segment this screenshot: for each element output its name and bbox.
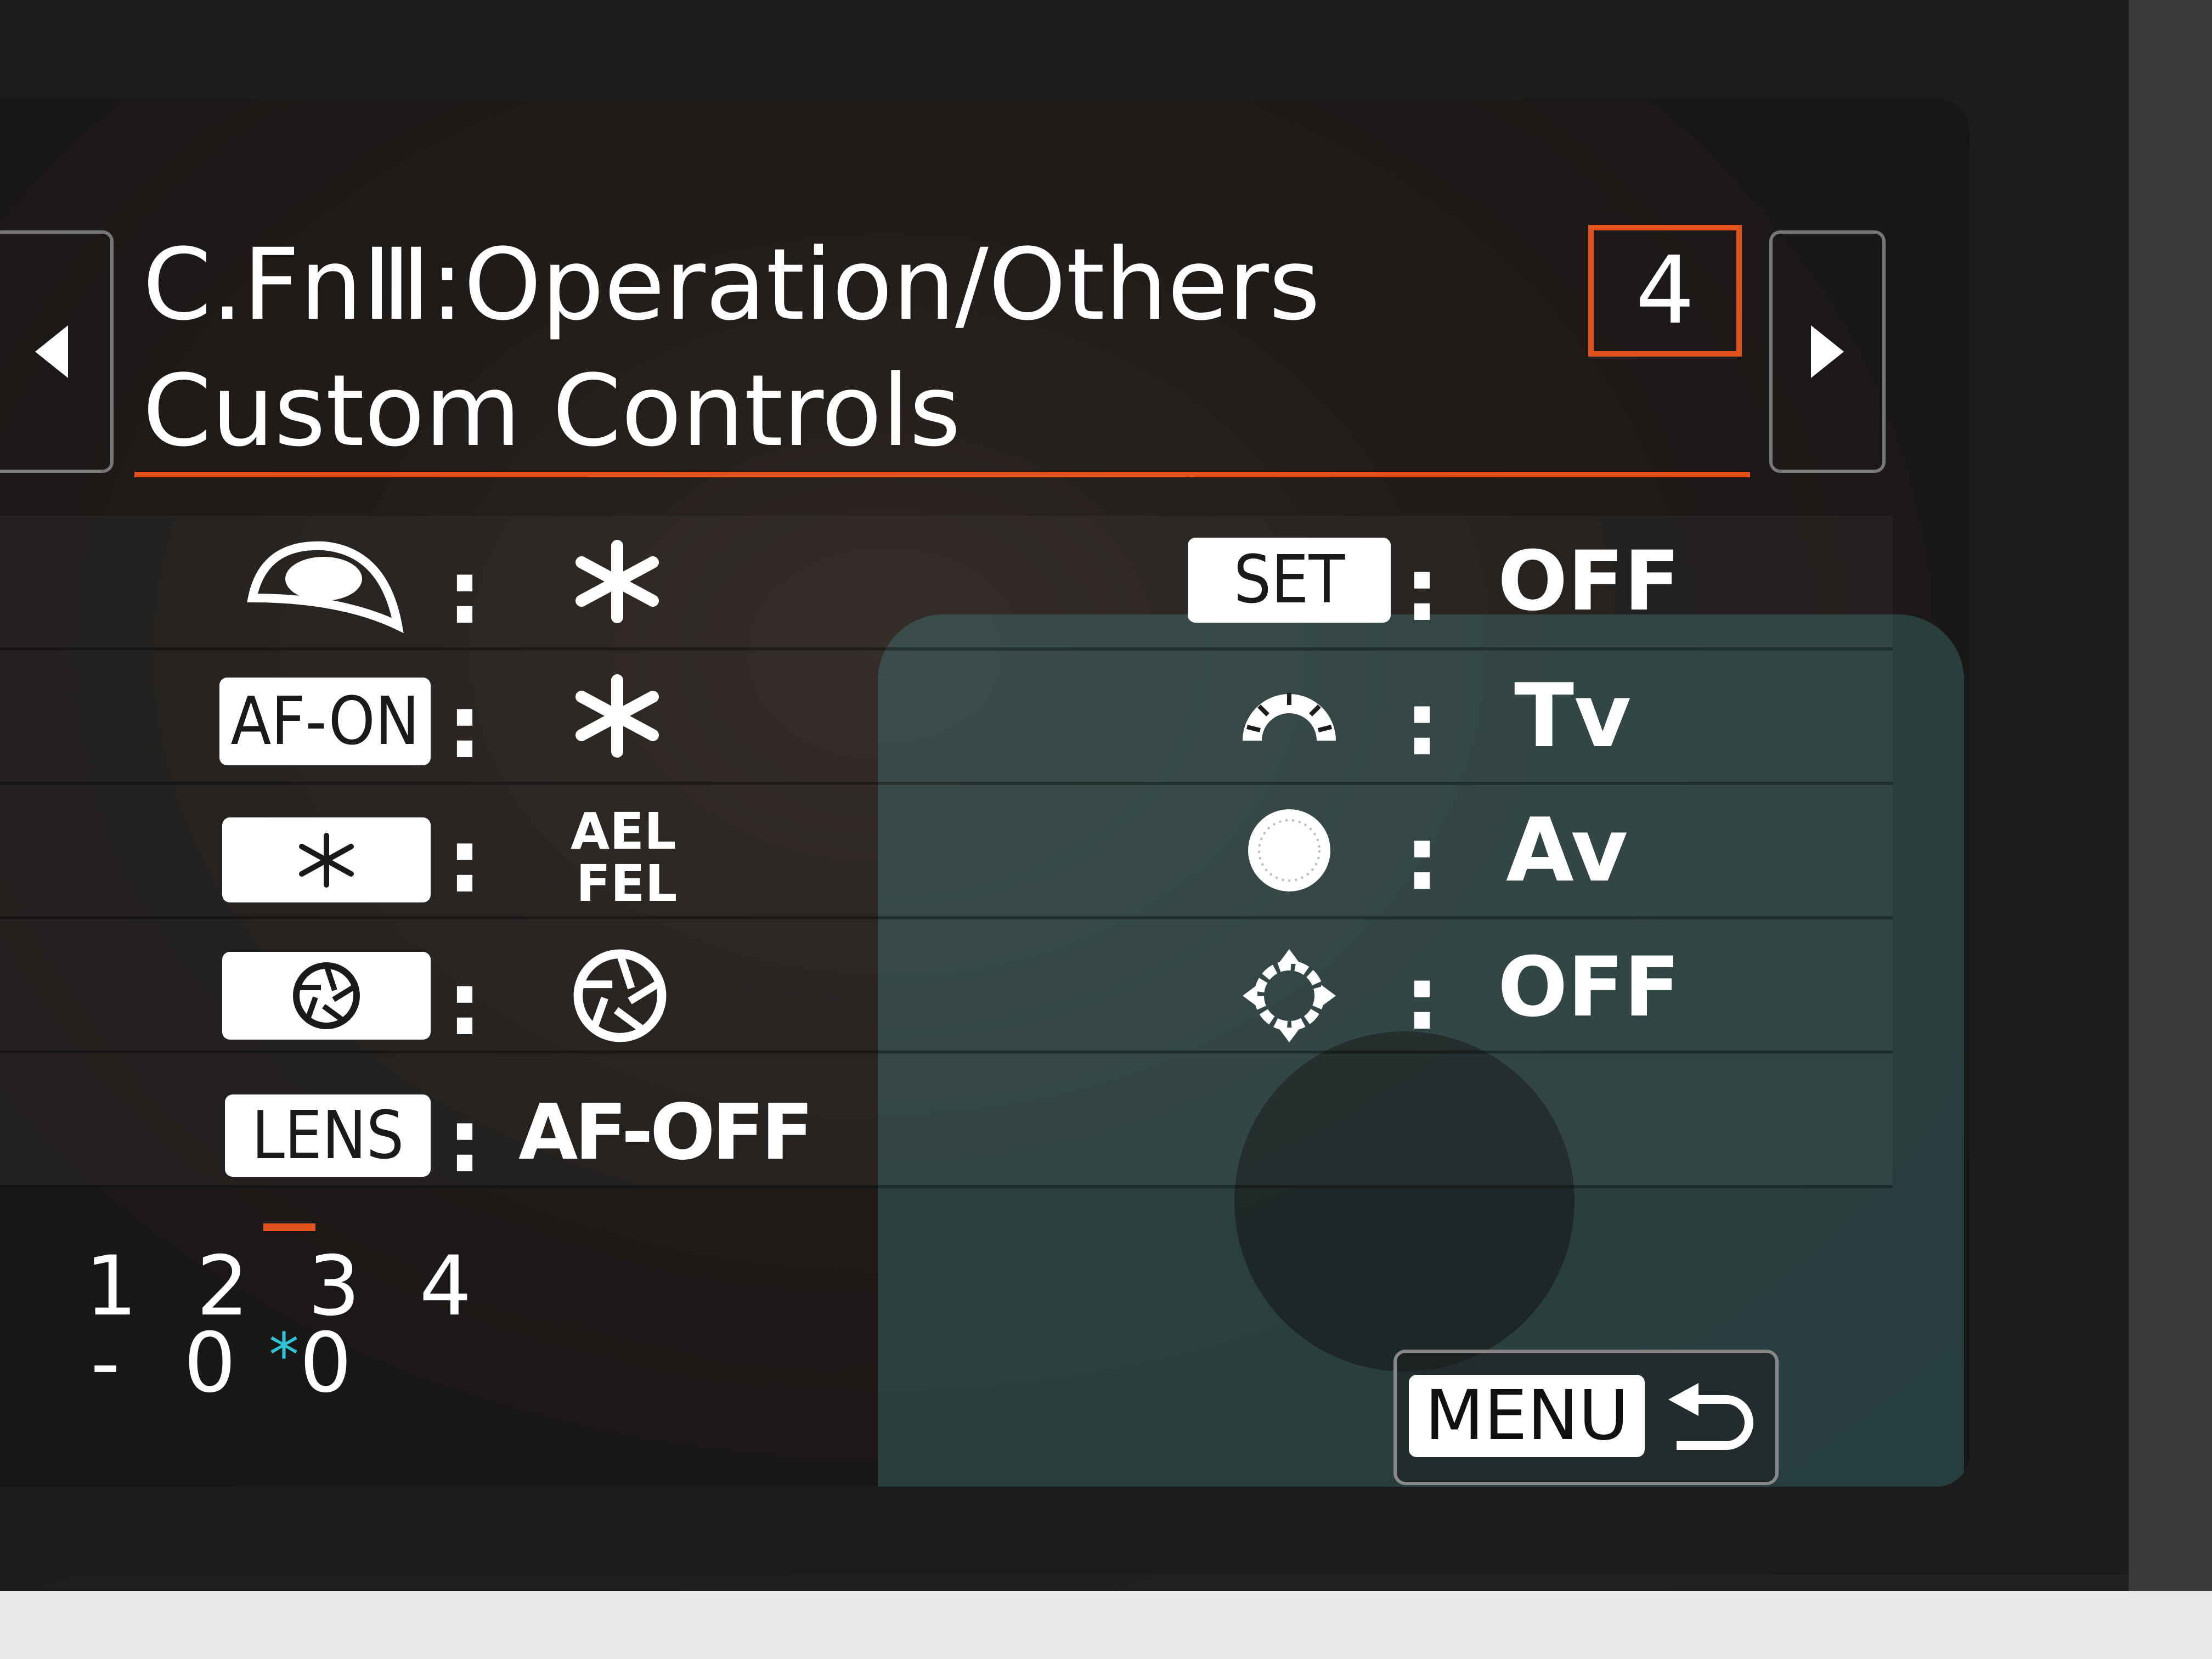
separator: : xyxy=(1404,807,1440,910)
fel-label: FEL xyxy=(576,854,678,913)
quick-control-dial-value: Av xyxy=(1506,799,1628,901)
main-dial-icon xyxy=(1243,693,1336,741)
menu-subtitle: Custom Controls xyxy=(143,354,961,469)
ae-lock-asterisk-icon xyxy=(575,674,659,758)
page-status: - 0 0 xyxy=(91,1316,371,1411)
aperture-icon xyxy=(573,949,667,1042)
prev-page-button[interactable] xyxy=(0,230,114,473)
next-page-button[interactable] xyxy=(1769,230,1886,473)
multi-controller-value: OFF xyxy=(1498,940,1680,1035)
separator: : xyxy=(447,810,482,912)
menu-button-label: MENU xyxy=(1409,1375,1645,1457)
quick-control-dial-icon xyxy=(1248,809,1330,891)
ae-lock-asterisk-icon xyxy=(575,540,659,623)
af-on-button-label: AF-ON xyxy=(219,678,431,765)
set-button-value: OFF xyxy=(1498,534,1680,629)
aperture-icon xyxy=(293,962,360,1029)
lens-button-label: LENS xyxy=(225,1094,431,1177)
separator: : xyxy=(1404,947,1440,1049)
current-page-marker xyxy=(263,1223,315,1231)
menu-back-button[interactable]: MENU xyxy=(1393,1350,1779,1485)
asterisk-icon xyxy=(299,832,354,888)
camera-grip xyxy=(2129,0,2212,1591)
background-surface xyxy=(0,1591,2212,1659)
modified-asterisk: * xyxy=(269,1320,299,1390)
separator: : xyxy=(447,541,482,644)
ae-lock-button-label xyxy=(222,817,431,902)
separator: : xyxy=(447,952,482,1055)
separator: : xyxy=(1404,673,1440,775)
dof-preview-button-label xyxy=(222,952,431,1040)
lcd-screen: C.FnⅢ:Operation/Others Custom Controls 4… xyxy=(0,99,1970,1487)
chevron-right-icon xyxy=(1811,325,1844,378)
separator: : xyxy=(1404,538,1440,641)
multi-controller-icon xyxy=(1243,949,1336,1042)
set-button-label: SET xyxy=(1188,538,1391,623)
ael-label: AEL xyxy=(571,802,676,861)
return-arrow-icon xyxy=(1668,1383,1753,1450)
separator: : xyxy=(447,675,482,778)
title-divider xyxy=(134,472,1750,477)
lens-button-value: AF-OFF xyxy=(518,1088,814,1177)
chevron-left-icon xyxy=(35,325,68,378)
menu-title: C.FnⅢ:Operation/Others xyxy=(143,228,1321,342)
shutter-half-press-icon xyxy=(247,541,404,633)
main-dial-value: Tv xyxy=(1514,664,1632,767)
page-number-badge: 4 xyxy=(1588,225,1742,357)
separator: : xyxy=(447,1090,482,1192)
